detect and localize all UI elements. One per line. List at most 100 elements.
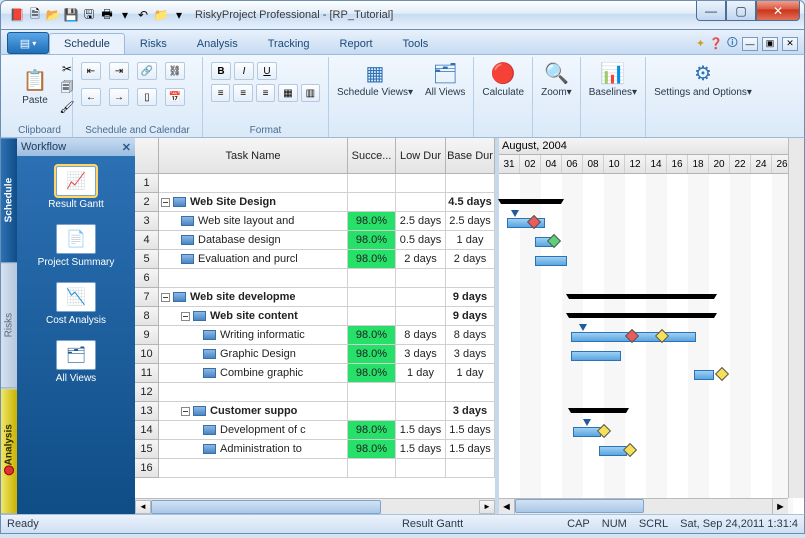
row-number[interactable]: 4 <box>135 231 159 250</box>
tree-toggle-icon[interactable] <box>161 198 170 207</box>
success-cell[interactable] <box>348 288 396 307</box>
table-row[interactable]: 4Database design98.0%0.5 days1 day <box>135 231 495 250</box>
undo-icon[interactable]: ↶ <box>135 7 151 23</box>
success-cell[interactable] <box>348 402 396 421</box>
low-dur-cell[interactable]: 0.5 days <box>396 231 446 250</box>
th-taskname[interactable]: Task Name <box>159 138 348 174</box>
table-h-scrollbar[interactable]: ◄ ► <box>135 498 495 514</box>
base-dur-cell[interactable]: 1 day <box>446 364 495 383</box>
th-success[interactable]: Succe... <box>348 138 396 174</box>
maximize-button[interactable]: ▢ <box>726 1 756 21</box>
low-dur-cell[interactable]: 3 days <box>396 345 446 364</box>
table-row[interactable]: 7Web site developme9 days <box>135 288 495 307</box>
base-dur-cell[interactable]: 2.5 days <box>446 212 495 231</box>
qat-dropdown2-icon[interactable]: ▾ <box>171 7 187 23</box>
row-number[interactable]: 15 <box>135 440 159 459</box>
all-views-button[interactable]: 🗂 All Views <box>419 59 471 100</box>
task-name-cell[interactable]: Web site content <box>159 307 348 326</box>
success-cell[interactable] <box>348 307 396 326</box>
task-name-cell[interactable] <box>159 459 348 478</box>
scroll-left-icon[interactable]: ◄ <box>499 499 515 514</box>
unlink-btn[interactable]: ⛓ <box>165 62 185 80</box>
low-dur-cell[interactable]: 1.5 days <box>396 440 446 459</box>
calculate-button[interactable]: 🔴 Calculate <box>476 59 530 100</box>
gantt-v-scrollbar[interactable] <box>788 138 804 498</box>
row-number[interactable]: 6 <box>135 269 159 288</box>
tree-toggle-icon[interactable] <box>181 312 190 321</box>
base-dur-cell[interactable] <box>446 383 495 402</box>
low-dur-cell[interactable] <box>396 383 446 402</box>
tab-tracking[interactable]: Tracking <box>253 33 325 54</box>
low-dur-cell[interactable] <box>396 402 446 421</box>
low-dur-cell[interactable]: 2.5 days <box>396 212 446 231</box>
low-dur-cell[interactable] <box>396 459 446 478</box>
vtab-analysis[interactable]: Analysis <box>1 389 17 514</box>
gantt-task-bar[interactable] <box>573 427 601 437</box>
open2-icon[interactable]: 📁 <box>153 7 169 23</box>
align-center-btn[interactable]: ≡ <box>233 84 252 102</box>
table-row[interactable]: 9Writing informatic98.0%8 days8 days <box>135 326 495 345</box>
paste-button[interactable]: 📋 Paste <box>15 59 55 115</box>
table-row[interactable]: 13Customer suppo3 days <box>135 402 495 421</box>
row-number[interactable]: 8 <box>135 307 159 326</box>
row-number[interactable]: 3 <box>135 212 159 231</box>
low-dur-cell[interactable] <box>396 174 446 193</box>
fill-btn[interactable]: ▦ <box>278 84 297 102</box>
zoom-button[interactable]: 🔍 Zoom▾ <box>535 59 578 100</box>
star-icon[interactable]: ✦ <box>696 37 705 50</box>
task-name-cell[interactable]: Web site developme <box>159 288 348 307</box>
task-name-cell[interactable]: Graphic Design <box>159 345 348 364</box>
row-number[interactable]: 7 <box>135 288 159 307</box>
schedule-views-button[interactable]: ▦ Schedule Views▾ <box>331 59 419 100</box>
gantt-task-bar[interactable] <box>535 256 567 266</box>
workflow-item-cost-analysis[interactable]: 📉 Cost Analysis <box>17 272 135 330</box>
baselines-button[interactable]: 📊 Baselines▾ <box>583 59 643 100</box>
table-row[interactable]: 2Web Site Design4.5 days <box>135 193 495 212</box>
task-name-cell[interactable]: Web Site Design <box>159 193 348 212</box>
low-dur-cell[interactable]: 1.5 days <box>396 421 446 440</box>
close-button[interactable]: ✕ <box>756 1 800 21</box>
gantt-h-scrollbar[interactable]: ◄ ► <box>499 498 788 514</box>
workflow-close-icon[interactable]: ✕ <box>122 141 131 154</box>
row-number[interactable]: 9 <box>135 326 159 345</box>
table-row[interactable]: 12 <box>135 383 495 402</box>
success-cell[interactable] <box>348 383 396 402</box>
table-row[interactable]: 8Web site content 9 days <box>135 307 495 326</box>
scroll-right-icon[interactable]: ► <box>479 500 495 514</box>
scroll-thumb[interactable] <box>151 500 381 514</box>
low-dur-cell[interactable] <box>396 193 446 212</box>
vtab-schedule[interactable]: Schedule <box>1 138 17 263</box>
task-name-cell[interactable]: Writing informatic <box>159 326 348 345</box>
scroll-left-icon[interactable]: ◄ <box>135 500 151 514</box>
task-name-cell[interactable]: Development of c <box>159 421 348 440</box>
workflow-item-project-summary[interactable]: 📄 Project Summary <box>17 214 135 272</box>
cal-btn[interactable]: 📅 <box>165 88 185 106</box>
table-row[interactable]: 10Graphic Design98.0%3 days3 days <box>135 345 495 364</box>
success-cell[interactable] <box>348 174 396 193</box>
gantt-body[interactable] <box>499 174 804 514</box>
table-row[interactable]: 11Combine graphic98.0%1 day1 day <box>135 364 495 383</box>
table-row[interactable]: 1 <box>135 174 495 193</box>
table-row[interactable]: 6 <box>135 269 495 288</box>
new-icon[interactable]: 🗎 <box>27 7 43 23</box>
mdi-close-button[interactable]: ✕ <box>782 37 798 51</box>
success-cell[interactable]: 98.0% <box>348 364 396 383</box>
italic-btn[interactable]: I <box>234 62 254 80</box>
row-number[interactable]: 13 <box>135 402 159 421</box>
table-row[interactable]: 16 <box>135 459 495 478</box>
success-cell[interactable]: 98.0% <box>348 421 396 440</box>
saveall-icon[interactable]: 🖫 <box>81 7 97 23</box>
base-dur-cell[interactable] <box>446 459 495 478</box>
split-btn[interactable]: ▯ <box>137 88 157 106</box>
base-dur-cell[interactable]: 1 day <box>446 231 495 250</box>
low-dur-cell[interactable]: 2 days <box>396 250 446 269</box>
gantt-task-bar[interactable] <box>694 370 714 380</box>
settings-button[interactable]: ⚙ Settings and Options▾ <box>648 59 758 100</box>
print-icon[interactable]: 🖶 <box>99 7 115 23</box>
base-dur-cell[interactable]: 9 days <box>446 307 495 326</box>
vtab-risks[interactable]: Risks <box>1 263 17 388</box>
file-menu-button[interactable]: ▤▾ <box>7 32 49 54</box>
tab-analysis[interactable]: Analysis <box>182 33 253 54</box>
workflow-item-all-views[interactable]: 🗂 All Views <box>17 330 135 388</box>
gantt-task-bar[interactable] <box>571 351 621 361</box>
